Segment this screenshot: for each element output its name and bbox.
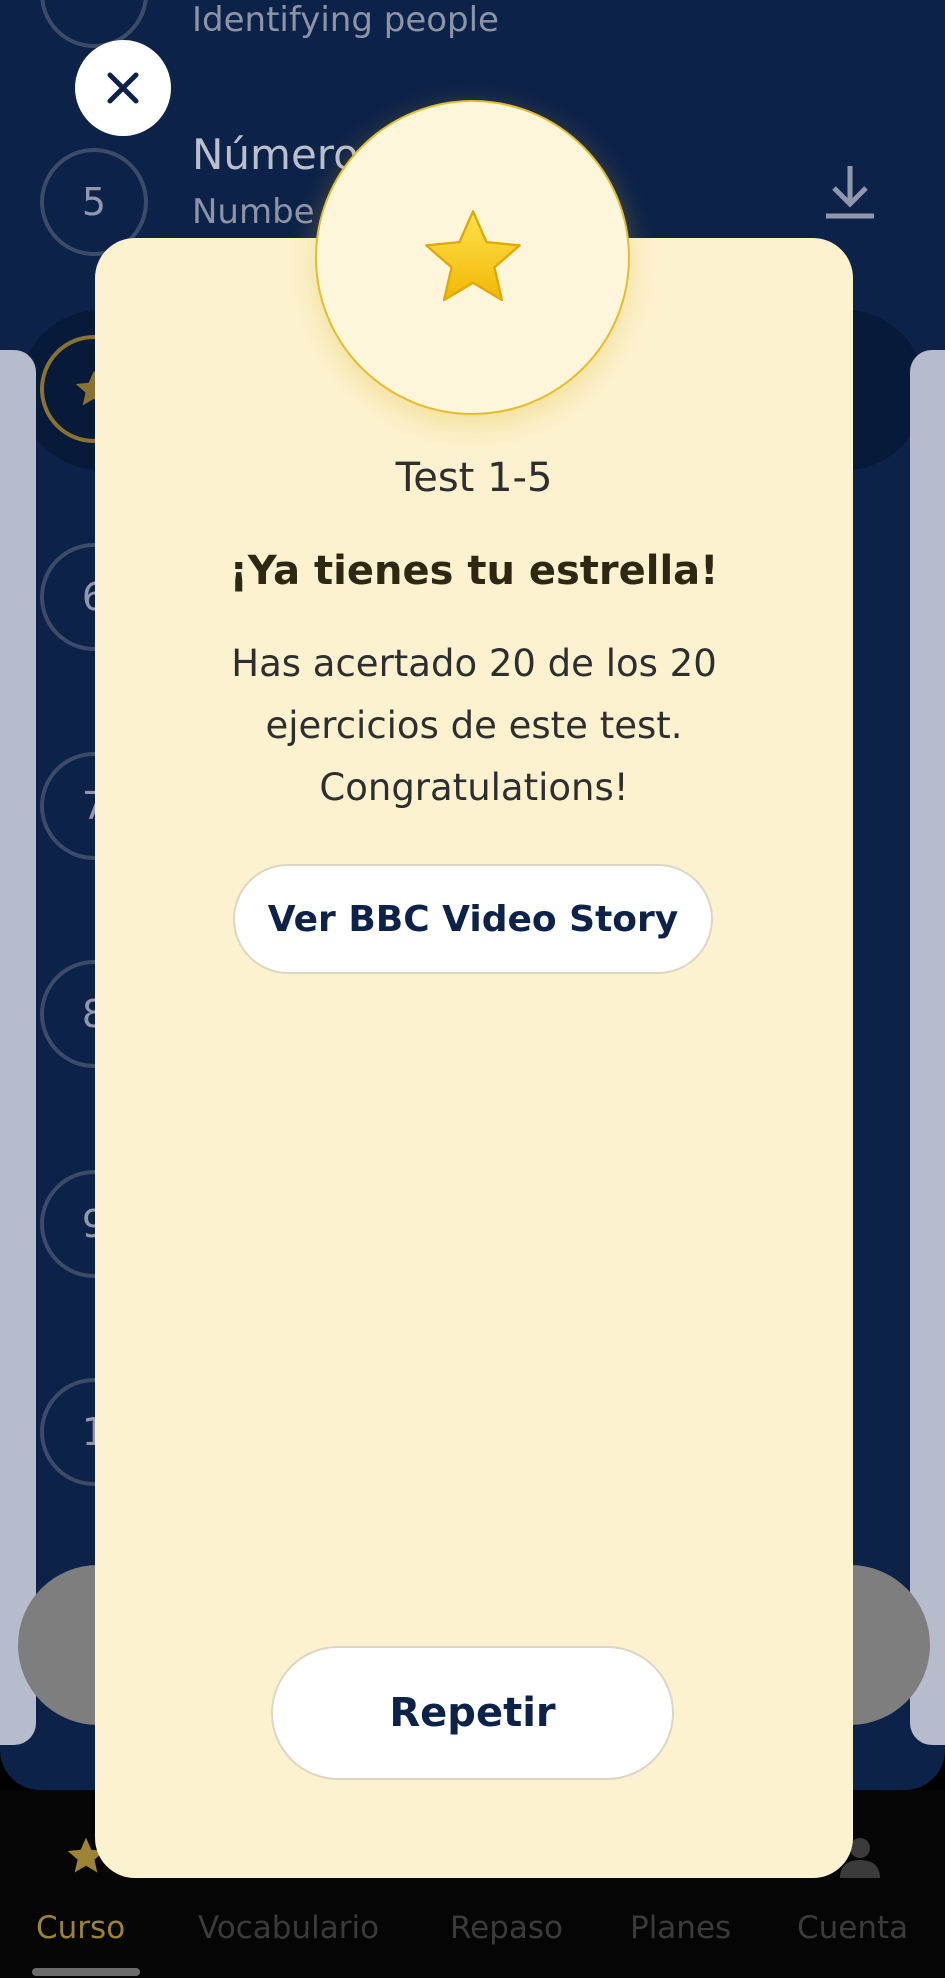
nav-item-planes[interactable]: Planes xyxy=(630,1910,731,1946)
star-badge xyxy=(315,100,630,415)
modal-title: ¡Ya tienes tu estrella! xyxy=(229,548,719,594)
repeat-button[interactable]: Repetir xyxy=(271,1646,674,1780)
screen: Identifying people 5 Número Numbe 6 7 8 … xyxy=(0,0,945,1978)
nav-item-repaso[interactable]: Repaso xyxy=(450,1910,563,1946)
test-name: Test 1-5 xyxy=(395,455,553,501)
home-indicator xyxy=(32,1968,140,1976)
lesson-subtitle: Identifying people xyxy=(192,0,499,40)
watch-video-story-button[interactable]: Ver BBC Video Story xyxy=(233,864,713,974)
star-icon xyxy=(424,209,521,301)
side-card-right xyxy=(910,350,945,1745)
result-message: Has acertado 20 de los 20 ejercicios de … xyxy=(231,642,717,809)
side-card-left xyxy=(0,350,36,1745)
close-button[interactable] xyxy=(75,40,171,136)
lesson-title: Número xyxy=(192,130,359,179)
lesson-subtitle: Numbe xyxy=(192,192,315,232)
close-icon xyxy=(107,72,139,104)
nav-item-vocabulario[interactable]: Vocabulario xyxy=(198,1910,379,1946)
nav-item-curso[interactable]: Curso xyxy=(36,1910,125,1946)
download-icon[interactable] xyxy=(822,162,878,222)
nav-item-cuenta[interactable]: Cuenta xyxy=(797,1910,908,1946)
